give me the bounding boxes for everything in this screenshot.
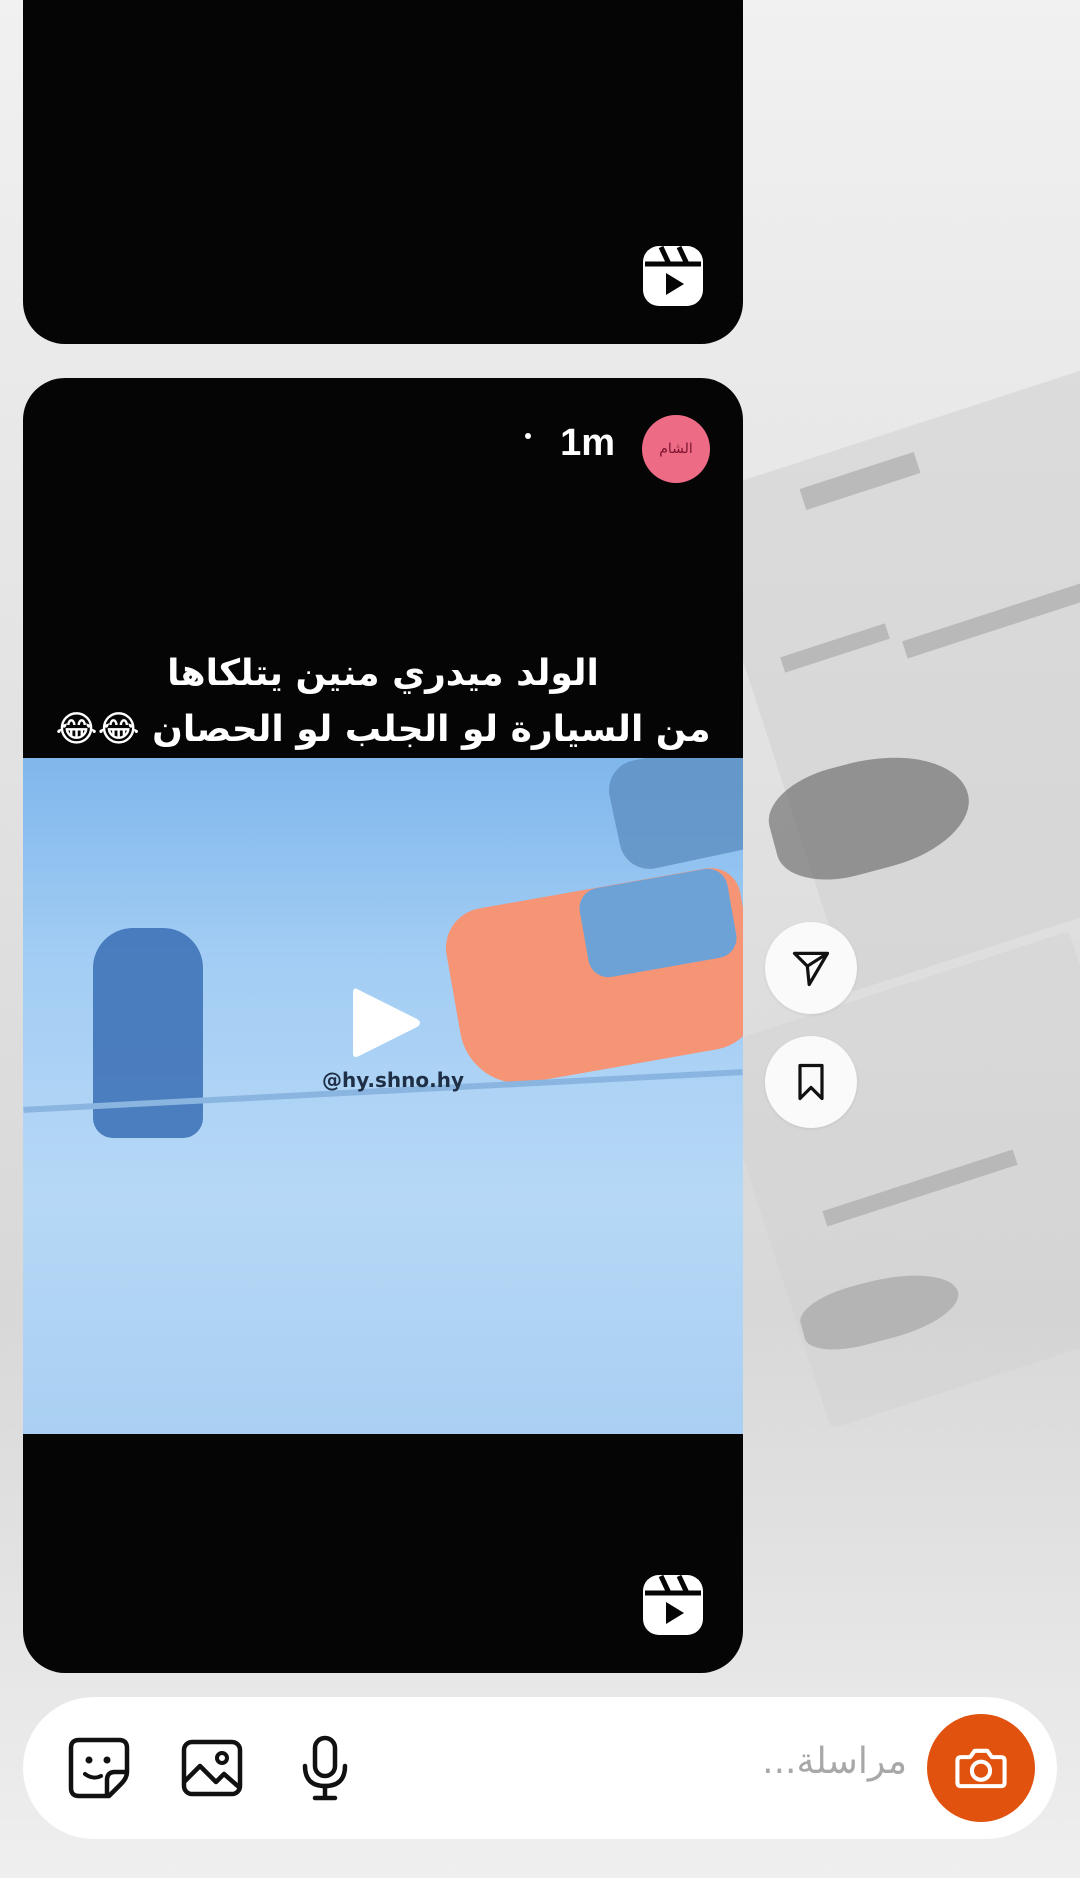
camera-button[interactable]	[927, 1714, 1035, 1822]
play-icon[interactable]	[345, 983, 425, 1063]
video-watermark: @hy.shno.hy	[321, 1068, 465, 1092]
save-button[interactable]	[765, 1036, 857, 1128]
caption-line-2: من السيارة لو الجلب لو الحصان 😂😂	[55, 709, 711, 750]
reel-icon	[641, 1573, 705, 1637]
message-input[interactable]: مراسلة...	[762, 1741, 907, 1782]
paper-plane-icon	[792, 951, 830, 987]
shared-reel-card[interactable]: 1m الشام الولد ميدري منين يتلكاها من الس…	[23, 378, 743, 1673]
gallery-icon[interactable]	[178, 1734, 246, 1802]
account-avatar[interactable]: الشام	[642, 415, 710, 483]
previous-reel-card[interactable]	[23, 0, 743, 344]
reel-icon	[641, 244, 705, 308]
caption-line-1: الولد ميدري منين يتلكاها	[167, 653, 599, 694]
post-time: 1m	[560, 422, 615, 464]
bookmark-icon	[798, 1063, 824, 1101]
thumbnail-car-background	[603, 758, 743, 875]
sticker-icon[interactable]	[65, 1734, 133, 1802]
avatar-logo-text: الشام	[659, 441, 693, 457]
message-composer: مراسلة...	[23, 1697, 1057, 1839]
video-thumbnail[interactable]	[23, 758, 743, 1434]
share-button[interactable]	[765, 922, 857, 1014]
reel-caption: الولد ميدري منين يتلكاها من السيارة لو ا…	[23, 646, 743, 758]
camera-icon	[955, 1748, 1007, 1789]
status-dot	[525, 433, 531, 439]
microphone-icon[interactable]	[291, 1734, 359, 1802]
